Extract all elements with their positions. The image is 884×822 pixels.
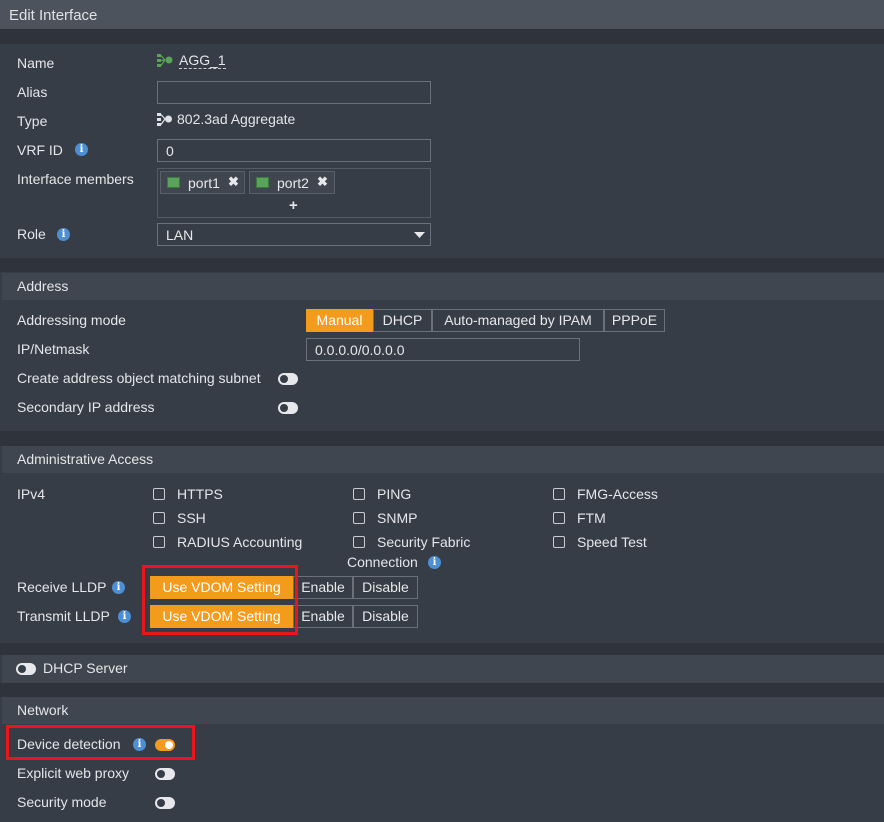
toggle-knob: [280, 375, 288, 383]
toggle-knob: [157, 770, 165, 778]
secondary-ip-label: Secondary IP address: [17, 399, 155, 415]
remove-member-icon[interactable]: ✖: [317, 174, 328, 190]
security-fabric-connection-label: Connection: [347, 554, 418, 570]
alias-label: Alias: [17, 84, 48, 100]
ip-netmask-input[interactable]: [306, 338, 580, 361]
address-section-header[interactable]: Address: [2, 273, 884, 300]
transmit-lldp-label: Transmit LLDP: [17, 608, 110, 624]
receive-lldp-enable-button[interactable]: Enable: [293, 576, 353, 599]
interface-members-label: Interface members: [17, 171, 134, 187]
ftm-checkbox[interactable]: [553, 512, 565, 524]
network-section-header[interactable]: Network: [2, 697, 884, 724]
section-gap: [0, 431, 884, 446]
section-gap: [0, 683, 884, 697]
speed-test-label: Speed Test: [577, 534, 647, 550]
speed-test-checkbox[interactable]: [553, 536, 565, 548]
mode-ipam-button[interactable]: Auto-managed by IPAM: [432, 309, 604, 332]
member-chip-port1: port1 ✖: [160, 171, 245, 194]
https-label: HTTPS: [177, 486, 223, 502]
dhcp-server-section-header[interactable]: DHCP Server: [2, 655, 884, 683]
mode-manual-button[interactable]: Manual: [306, 309, 373, 332]
section-gap: [0, 643, 884, 655]
lldp-highlight-box: [142, 565, 298, 635]
ipv4-label: IPv4: [17, 486, 46, 502]
create-address-object-label: Create address object matching subnet: [17, 370, 261, 386]
ssh-checkbox[interactable]: [153, 512, 165, 524]
aggregate-type-icon: [157, 112, 173, 126]
mode-dhcp-button[interactable]: DHCP: [373, 309, 432, 332]
vrf-id-label: VRF ID: [17, 142, 63, 158]
chevron-down-icon: [414, 232, 425, 238]
addressing-mode-label: Addressing mode: [17, 312, 126, 328]
member-chip-port2: port2 ✖: [249, 171, 335, 194]
network-section-title: Network: [17, 702, 69, 718]
vrf-info-icon[interactable]: i: [75, 143, 88, 156]
transmit-lldp-enable-button[interactable]: Enable: [293, 605, 353, 628]
receive-lldp-info-icon[interactable]: i: [112, 581, 125, 594]
ftm-label: FTM: [577, 510, 606, 526]
secondary-ip-toggle[interactable]: [278, 402, 298, 414]
explicit-web-proxy-toggle[interactable]: [155, 768, 175, 780]
snmp-label: SNMP: [377, 510, 418, 526]
window-title: Edit Interface: [9, 7, 98, 24]
receive-lldp-disable-button[interactable]: Disable: [353, 576, 418, 599]
ping-checkbox[interactable]: [353, 488, 365, 500]
security-fabric-checkbox[interactable]: [353, 536, 365, 548]
transmit-lldp-info-icon[interactable]: i: [118, 610, 131, 623]
snmp-checkbox[interactable]: [353, 512, 365, 524]
member-chip-label: port2: [277, 175, 309, 191]
admin-access-section-title: Administrative Access: [17, 451, 154, 467]
mode-pppoe-button[interactable]: PPPoE: [604, 309, 665, 332]
member-chip-label: port1: [188, 175, 220, 191]
toggle-knob: [18, 665, 26, 673]
interface-name-value: AGG_1: [179, 52, 226, 69]
port-icon: [256, 177, 269, 188]
alias-input[interactable]: [157, 81, 431, 104]
device-detection-highlight-box: [6, 725, 195, 760]
dhcp-server-label: DHCP Server: [43, 660, 128, 676]
transmit-lldp-disable-button[interactable]: Disable: [353, 605, 418, 628]
fmg-access-label: FMG-Access: [577, 486, 658, 502]
role-select[interactable]: LAN: [157, 223, 431, 246]
vrf-id-input[interactable]: [157, 139, 431, 162]
security-mode-toggle[interactable]: [155, 797, 175, 809]
aggregate-icon: [157, 53, 175, 67]
receive-lldp-label: Receive LLDP: [17, 579, 107, 595]
type-value: 802.3ad Aggregate: [177, 111, 296, 127]
radius-accounting-label: RADIUS Accounting: [177, 534, 303, 550]
create-address-object-toggle[interactable]: [278, 373, 298, 385]
radius-accounting-checkbox[interactable]: [153, 536, 165, 548]
name-label: Name: [17, 55, 55, 71]
role-label: Role: [17, 226, 46, 242]
port-icon: [167, 177, 180, 188]
type-label: Type: [17, 113, 48, 129]
ssh-label: SSH: [177, 510, 206, 526]
remove-member-icon[interactable]: ✖: [228, 174, 239, 190]
top-gap: [0, 30, 884, 44]
role-select-value: LAN: [166, 227, 194, 243]
admin-access-section-header[interactable]: Administrative Access: [2, 446, 884, 473]
dhcp-server-toggle[interactable]: [16, 663, 36, 675]
security-fabric-info-icon[interactable]: i: [428, 556, 441, 569]
security-fabric-label: Security Fabric: [377, 534, 471, 550]
ip-netmask-label: IP/Netmask: [17, 341, 90, 357]
window-titlebar: Edit Interface: [0, 0, 884, 30]
section-gap: [0, 258, 884, 272]
toggle-knob: [157, 799, 165, 807]
security-mode-label: Security mode: [17, 794, 107, 810]
explicit-web-proxy-label: Explicit web proxy: [17, 765, 130, 781]
add-member-button[interactable]: +: [289, 197, 298, 214]
toggle-knob: [280, 404, 288, 412]
address-section-title: Address: [17, 278, 69, 294]
role-info-icon[interactable]: i: [57, 228, 70, 241]
fmg-access-checkbox[interactable]: [553, 488, 565, 500]
ping-label: PING: [377, 486, 412, 502]
https-checkbox[interactable]: [153, 488, 165, 500]
